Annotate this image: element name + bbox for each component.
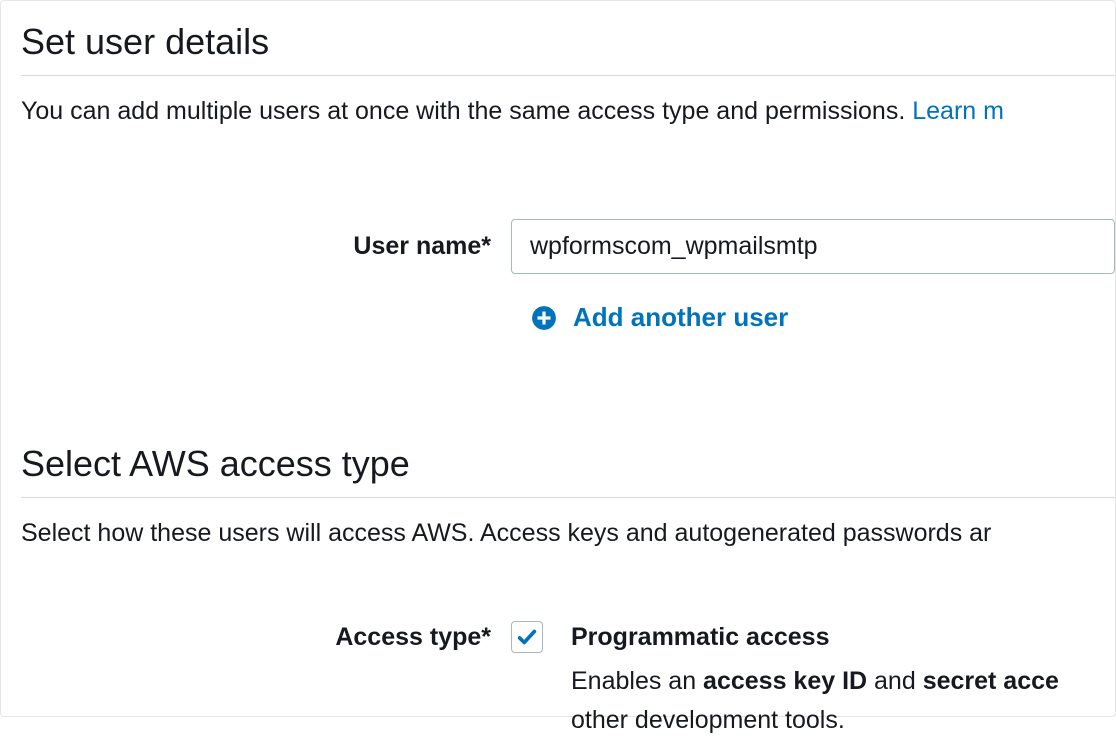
learn-more-link[interactable]: Learn m	[912, 97, 1004, 125]
divider	[21, 497, 1115, 498]
access-type-row: Access type* Programmatic access Enables…	[21, 621, 1115, 740]
description-text: You can add multiple users at once with …	[21, 97, 912, 125]
username-label: User name*	[21, 232, 511, 261]
access-option-content: Programmatic access Enables an access ke…	[571, 621, 1115, 740]
username-input[interactable]	[511, 219, 1115, 274]
access-type-heading: Select AWS access type	[21, 443, 1115, 485]
access-option-title: Programmatic access	[571, 623, 1115, 652]
access-option-description: Enables an access key ID and secret acce…	[571, 662, 1115, 740]
access-type-description: Select how these users will access AWS. …	[21, 516, 1115, 551]
programmatic-access-checkbox[interactable]	[511, 621, 543, 653]
username-row: User name*	[21, 219, 1115, 274]
add-another-user-label: Add another user	[573, 302, 788, 333]
user-details-description: You can add multiple users at once with …	[21, 94, 1115, 129]
access-type-label: Access type*	[21, 621, 511, 652]
divider	[21, 75, 1115, 76]
plus-circle-icon	[531, 305, 557, 331]
add-another-user-button[interactable]: Add another user	[531, 302, 1115, 333]
user-details-heading: Set user details	[21, 21, 1115, 63]
